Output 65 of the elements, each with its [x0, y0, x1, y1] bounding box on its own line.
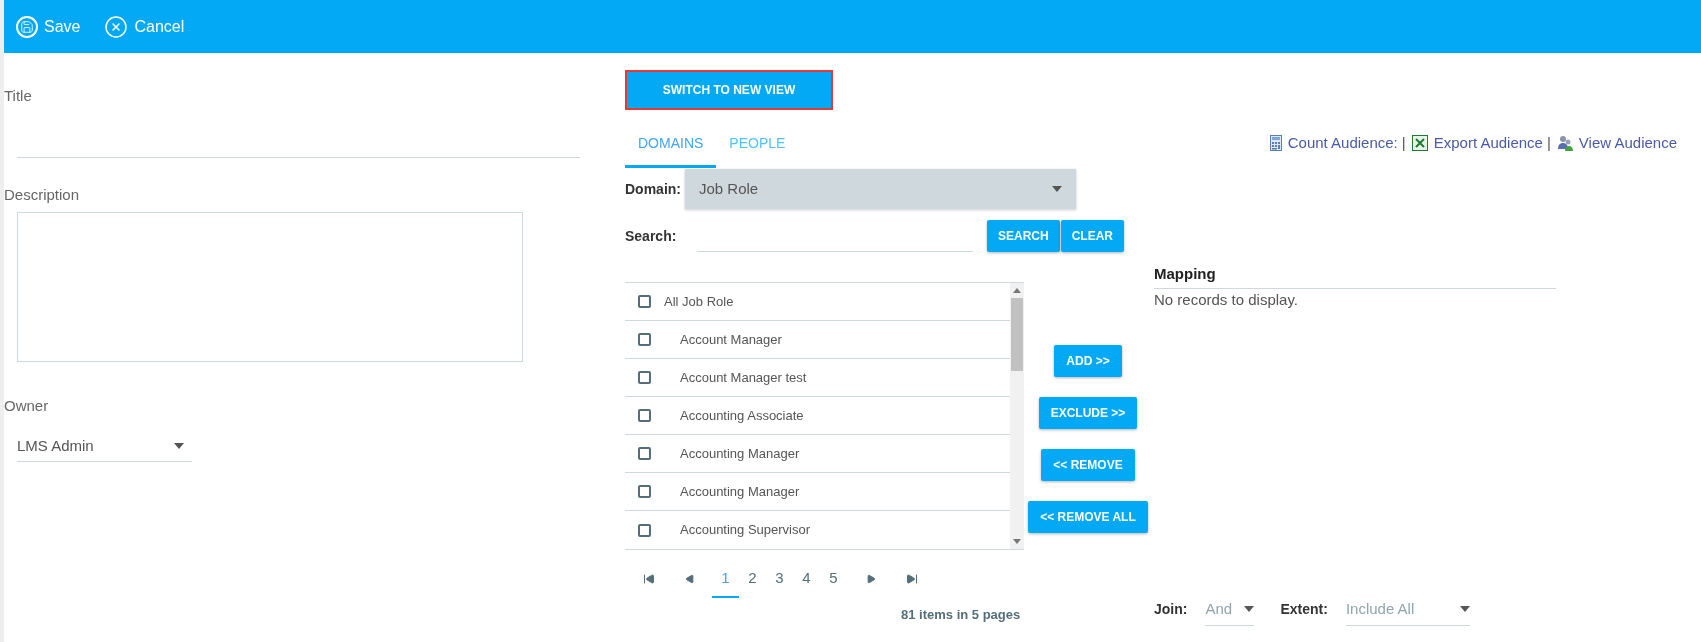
field-label: Title [4, 86, 33, 106]
users-icon [1556, 134, 1573, 151]
first-page-icon[interactable] [643, 573, 655, 585]
action-button[interactable]: ADD >> [1054, 345, 1122, 377]
checkbox[interactable] [638, 409, 651, 422]
caret-icon [1052, 186, 1062, 192]
action-button[interactable]: EXCLUDE >> [1038, 397, 1138, 429]
caret-icon [1244, 606, 1255, 612]
list-item-label: Accounting Supervisor [680, 521, 811, 540]
domain-label: Domain: [625, 179, 682, 199]
list-item-label: Accounting Manager [680, 482, 800, 501]
field-label: Owner [4, 396, 50, 416]
checkbox[interactable] [638, 295, 651, 308]
separator: | [1546, 132, 1551, 153]
checkbox[interactable] [638, 371, 651, 384]
checkbox[interactable] [638, 333, 651, 346]
tab[interactable]: PEOPLE [716, 122, 799, 168]
action-button[interactable]: << REMOVE ALL [1028, 501, 1148, 533]
audience-link[interactable]: Export Audience [1433, 131, 1543, 154]
audience-link[interactable]: View Audience [1578, 131, 1677, 154]
action-button[interactable]: << REMOVE [1041, 449, 1135, 481]
separator: | [1401, 132, 1406, 153]
scroll-down-icon[interactable] [1013, 539, 1021, 544]
list-item-label: Account Manager [680, 330, 782, 349]
list-item-label: Accounting Manager [680, 444, 800, 463]
audience-link[interactable]: Count Audience: [1287, 131, 1398, 154]
scroll-up-icon[interactable] [1013, 288, 1021, 293]
join-select[interactable]: And [1205, 593, 1255, 626]
domain-select[interactable]: Job Role [685, 169, 1076, 209]
action-button[interactable]: CLEAR [1060, 220, 1124, 252]
mapping-heading: Mapping [1154, 263, 1556, 289]
previous-page-icon[interactable] [685, 574, 695, 584]
switch-view-button[interactable]: SWITCH TO NEW VIEW [625, 70, 833, 110]
list-item-label: Account Manager test [680, 368, 807, 387]
scrollbar[interactable] [1010, 283, 1024, 549]
list-item-label: Accounting Associate [680, 406, 804, 425]
field-label: Description [4, 184, 81, 205]
extent-select[interactable]: Include All [1345, 593, 1470, 626]
last-page-icon[interactable] [906, 573, 918, 585]
extent-label: Extent: [1280, 600, 1328, 619]
list-item-label: All Job Role [664, 292, 734, 311]
owner-select[interactable]: LMS Admin [17, 431, 192, 462]
page-link[interactable]: 1 [712, 560, 739, 598]
spreadsheet-icon [1411, 134, 1428, 151]
toolbar-button[interactable]: Save [16, 14, 81, 39]
caret-icon [1459, 606, 1470, 612]
page-link[interactable]: 2 [739, 560, 766, 598]
page-link[interactable]: 3 [766, 560, 793, 598]
page-link[interactable]: 5 [820, 560, 847, 598]
save-icon [16, 15, 38, 38]
close-icon [104, 14, 129, 39]
join-label: Join: [1154, 600, 1188, 619]
search-label: Search: [625, 226, 678, 246]
calculator-icon [1269, 134, 1282, 151]
next-page-icon[interactable] [866, 574, 876, 584]
scrollbar-thumb[interactable] [1011, 298, 1023, 371]
caret-icon [174, 443, 184, 449]
checkbox[interactable] [638, 485, 651, 498]
checkbox[interactable] [638, 523, 651, 537]
toolbar-button[interactable]: Cancel [104, 14, 185, 39]
page-link[interactable]: 4 [793, 560, 820, 598]
empty-message: No records to display. [1154, 289, 1299, 310]
pagination-summary: 81 items in 5 pages [901, 606, 1021, 624]
checkbox[interactable] [638, 447, 651, 460]
action-button[interactable]: SEARCH [987, 220, 1060, 252]
